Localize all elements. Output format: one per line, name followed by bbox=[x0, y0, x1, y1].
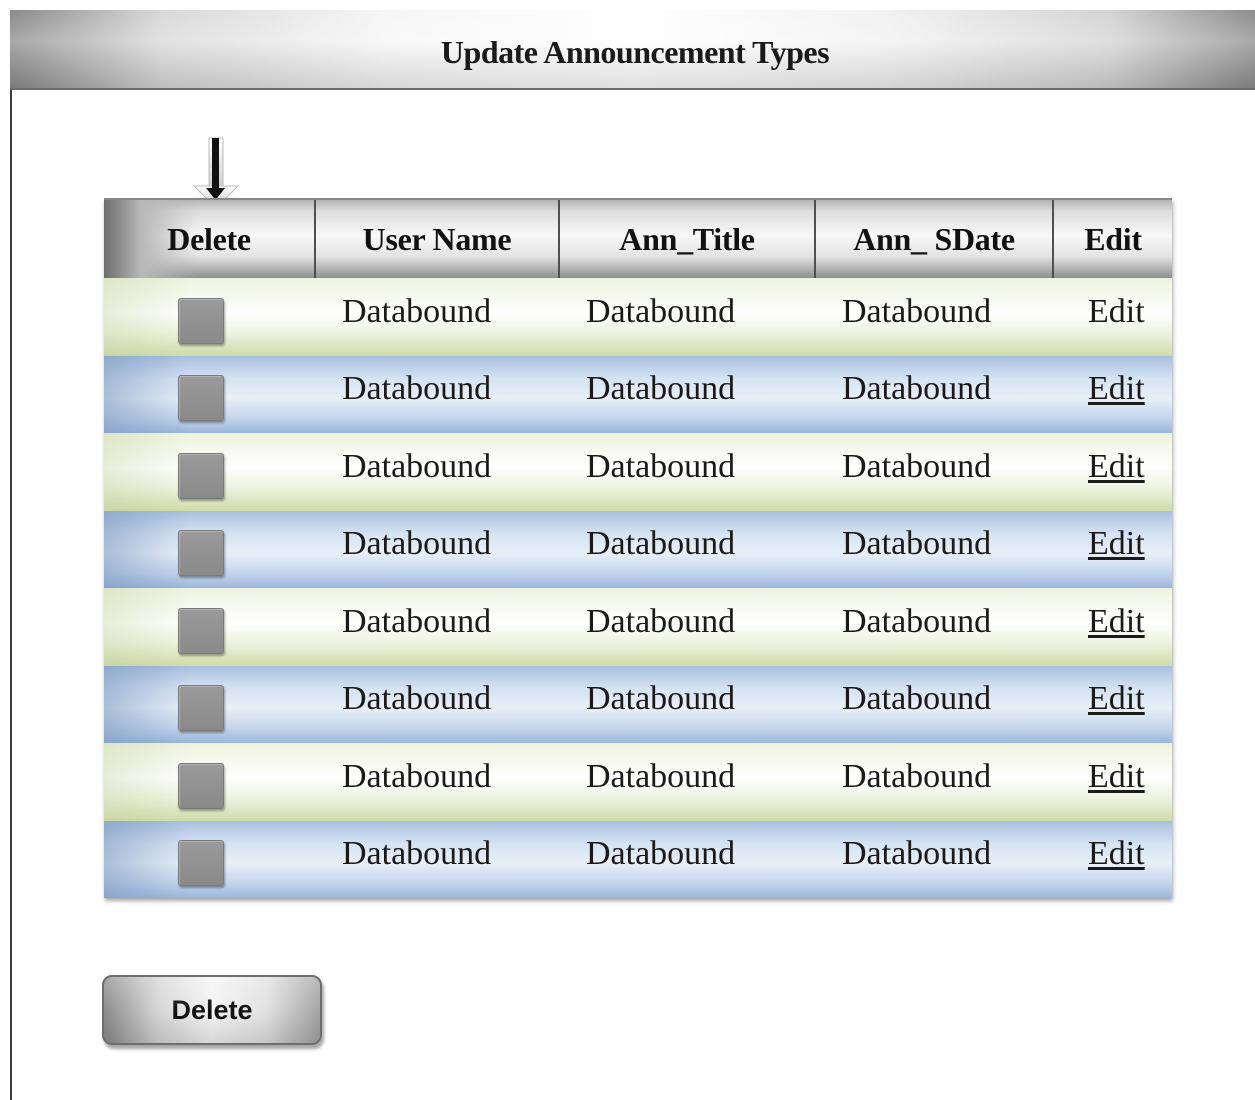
edit-cell: Edit bbox=[1054, 278, 1172, 356]
column-header-user-name: User Name bbox=[316, 200, 560, 278]
table-row: Databound Databound Databound Edit bbox=[104, 433, 1172, 511]
ann-sdate-cell: Databound bbox=[842, 525, 992, 563]
edit-link[interactable]: Edit bbox=[1088, 603, 1145, 641]
ann-sdate-cell: Databound bbox=[842, 370, 992, 408]
edit-link[interactable]: Edit bbox=[1088, 448, 1145, 486]
row-delete-checkbox[interactable] bbox=[178, 530, 224, 577]
edit-cell: Edit bbox=[1054, 588, 1172, 666]
user-name-cell: Databound bbox=[342, 292, 492, 330]
table-row: Databound Databound Databound Edit bbox=[104, 355, 1172, 434]
row-delete-checkbox[interactable] bbox=[178, 452, 224, 499]
grid-body: Databound Databound Databound Edit Databound… bbox=[104, 278, 1172, 898]
edit-cell: Edit bbox=[1054, 433, 1172, 511]
ann-sdate-cell: Databound bbox=[842, 447, 992, 485]
edit-link[interactable]: Edit bbox=[1088, 758, 1145, 796]
row-delete-checkbox[interactable] bbox=[178, 297, 224, 344]
title-bar: Update Announcement Types bbox=[10, 10, 1255, 90]
edit-link[interactable]: Edit bbox=[1088, 293, 1145, 331]
table-row: Databound Databound Databound Edit bbox=[104, 743, 1172, 821]
ann-title-cell: Databound bbox=[586, 292, 736, 330]
delete-cell bbox=[104, 820, 316, 898]
ann-sdate-cell: Databound bbox=[842, 292, 992, 330]
grid-header: Delete User Name Ann_Title Ann_ SDate Ed… bbox=[104, 198, 1172, 278]
row-delete-checkbox[interactable] bbox=[178, 375, 224, 422]
delete-cell bbox=[104, 665, 316, 743]
column-header-ann-sdate: Ann_ SDate bbox=[816, 200, 1054, 278]
ann-title-cell: Databound bbox=[586, 525, 736, 563]
table-row: Databound Databound Databound Edit bbox=[104, 820, 1172, 899]
table-row: Databound Databound Databound Edit bbox=[104, 588, 1172, 666]
user-name-cell: Databound bbox=[342, 602, 492, 640]
delete-cell bbox=[104, 355, 316, 433]
delete-cell bbox=[104, 510, 316, 588]
edit-link[interactable]: Edit bbox=[1088, 835, 1145, 873]
ann-title-cell: Databound bbox=[586, 835, 736, 873]
row-delete-checkbox[interactable] bbox=[178, 762, 224, 809]
table-row: Databound Databound Databound Edit bbox=[104, 665, 1172, 744]
user-name-cell: Databound bbox=[342, 447, 492, 485]
delete-cell bbox=[104, 743, 316, 821]
column-header-edit: Edit bbox=[1084, 220, 1142, 257]
column-header-ann-title: Ann_Title bbox=[560, 200, 816, 278]
ann-sdate-cell: Databound bbox=[842, 757, 992, 795]
edit-cell: Edit bbox=[1054, 821, 1172, 899]
table-row: Databound Databound Databound Edit bbox=[104, 510, 1172, 589]
edit-link[interactable]: Edit bbox=[1088, 525, 1145, 563]
user-name-cell: Databound bbox=[342, 757, 492, 795]
ann-sdate-cell: Databound bbox=[842, 602, 992, 640]
row-delete-checkbox[interactable] bbox=[178, 840, 224, 887]
edit-link[interactable]: Edit bbox=[1088, 370, 1145, 408]
ann-title-cell: Databound bbox=[586, 680, 736, 718]
edit-cell: Edit bbox=[1054, 666, 1172, 744]
delete-cell bbox=[104, 278, 316, 356]
delete-cell bbox=[104, 433, 316, 511]
ann-sdate-cell: Databound bbox=[842, 835, 992, 873]
row-delete-checkbox[interactable] bbox=[178, 607, 224, 654]
row-delete-checkbox[interactable] bbox=[178, 685, 224, 732]
edit-link[interactable]: Edit bbox=[1088, 680, 1145, 718]
user-name-cell: Databound bbox=[342, 835, 492, 873]
user-name-cell: Databound bbox=[342, 525, 492, 563]
table-row: Databound Databound Databound Edit bbox=[104, 278, 1172, 356]
announcement-types-grid: Delete User Name Ann_Title Ann_ SDate Ed… bbox=[104, 198, 1172, 898]
edit-cell: Edit bbox=[1054, 743, 1172, 821]
delete-button[interactable]: Delete bbox=[102, 975, 322, 1045]
ann-title-cell: Databound bbox=[586, 757, 736, 795]
column-header-delete: Delete bbox=[104, 200, 316, 278]
user-name-cell: Databound bbox=[342, 680, 492, 718]
ann-sdate-cell: Databound bbox=[842, 680, 992, 718]
ann-title-cell: Databound bbox=[586, 370, 736, 408]
ann-title-cell: Databound bbox=[586, 602, 736, 640]
ann-title-cell: Databound bbox=[586, 447, 736, 485]
user-name-cell: Databound bbox=[342, 370, 492, 408]
edit-cell: Edit bbox=[1054, 356, 1172, 434]
page-title: Update Announcement Types bbox=[440, 34, 830, 70]
delete-cell bbox=[104, 588, 316, 666]
edit-cell: Edit bbox=[1054, 511, 1172, 589]
